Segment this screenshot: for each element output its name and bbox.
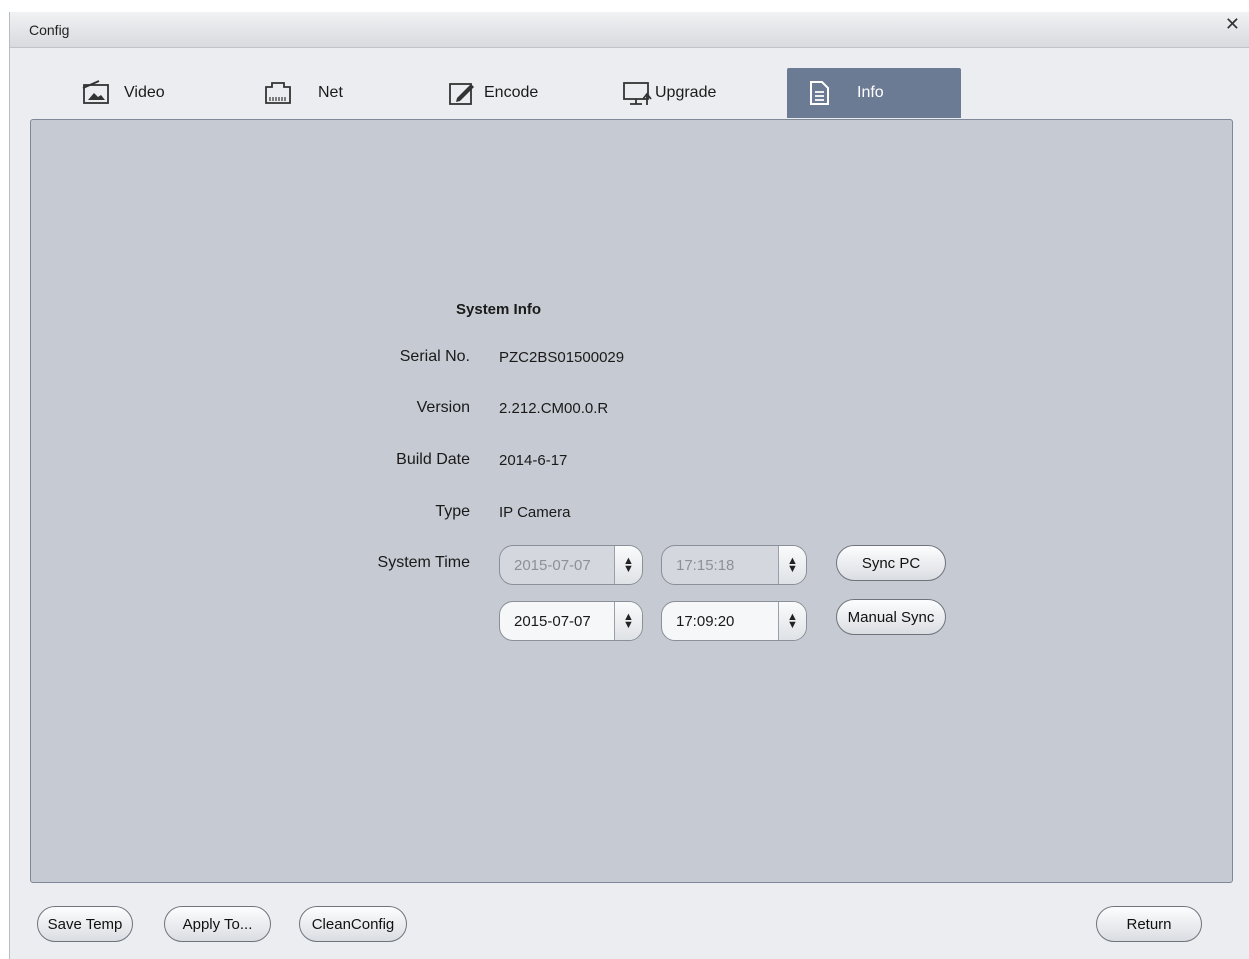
manual-sync-button[interactable]: Manual Sync: [836, 599, 946, 635]
tab-video-label: Video: [124, 84, 165, 101]
tab-info-label: Info: [857, 84, 884, 101]
device-time-value[interactable]: 17:09:20: [662, 613, 778, 630]
spinner-arrows-icon[interactable]: ▲ ▼: [778, 602, 806, 640]
info-panel: System Info Serial No. PZC2BS01500029 Ve…: [30, 119, 1233, 883]
tab-info[interactable]: Info: [787, 68, 961, 118]
spinner-arrows-icon[interactable]: ▲ ▼: [614, 602, 642, 640]
serial-value: PZC2BS01500029: [499, 349, 625, 366]
tab-net[interactable]: Net: [262, 68, 372, 118]
document-icon: [803, 78, 835, 108]
edit-icon: [446, 78, 478, 108]
system-time-label: System Time: [377, 554, 470, 571]
window-title: Config: [29, 22, 70, 38]
tab-upgrade-label: Upgrade: [655, 84, 717, 101]
save-temp-button[interactable]: Save Temp: [37, 906, 133, 942]
device-time-spinner[interactable]: 17:09:20 ▲ ▼: [661, 601, 807, 641]
monitor-upload-icon: [621, 78, 653, 108]
tab-encode[interactable]: Encode: [446, 68, 566, 118]
return-button[interactable]: Return: [1096, 906, 1202, 942]
tab-net-label: Net: [318, 84, 343, 101]
tab-encode-label: Encode: [484, 84, 539, 101]
tab-bar: Video Net Encode Upgrade Info: [10, 68, 1249, 118]
build-date-value: 2014-6-17: [499, 452, 568, 469]
pc-date-spinner: 2015-07-07 ▲ ▼: [499, 545, 643, 585]
apply-to-button[interactable]: Apply To...: [164, 906, 271, 942]
pc-time-value: 17:15:18: [676, 556, 735, 574]
title-bar: Config ✕: [10, 12, 1249, 48]
close-icon[interactable]: ✕: [1225, 14, 1240, 34]
tab-upgrade[interactable]: Upgrade: [621, 68, 761, 118]
pc-time-spinner: 17:15:18 ▲ ▼: [661, 545, 807, 585]
clean-config-button[interactable]: CleanConfig: [299, 906, 407, 942]
sync-pc-button[interactable]: Sync PC: [836, 545, 946, 581]
config-window: Config ✕ Video Net Encode Upgrade Info S…: [9, 12, 1249, 959]
serial-label: Serial No.: [399, 348, 470, 365]
spinner-arrows-icon: ▲ ▼: [778, 546, 806, 584]
tab-video[interactable]: Video: [80, 68, 200, 118]
pc-date-value: 2015-07-07: [514, 556, 591, 574]
device-date-value[interactable]: 2015-07-07: [500, 613, 614, 630]
version-value: 2.212.CM00.0.R: [499, 400, 609, 417]
system-info-heading: System Info: [456, 301, 542, 318]
build-date-label: Build Date: [396, 451, 470, 468]
version-label: Version: [416, 399, 470, 416]
network-port-icon: [262, 78, 294, 108]
picture-icon: [80, 78, 112, 108]
type-label: Type: [435, 503, 470, 520]
spinner-arrows-icon: ▲ ▼: [614, 546, 642, 584]
device-date-spinner[interactable]: 2015-07-07 ▲ ▼: [499, 601, 643, 641]
type-value: IP Camera: [499, 504, 571, 521]
